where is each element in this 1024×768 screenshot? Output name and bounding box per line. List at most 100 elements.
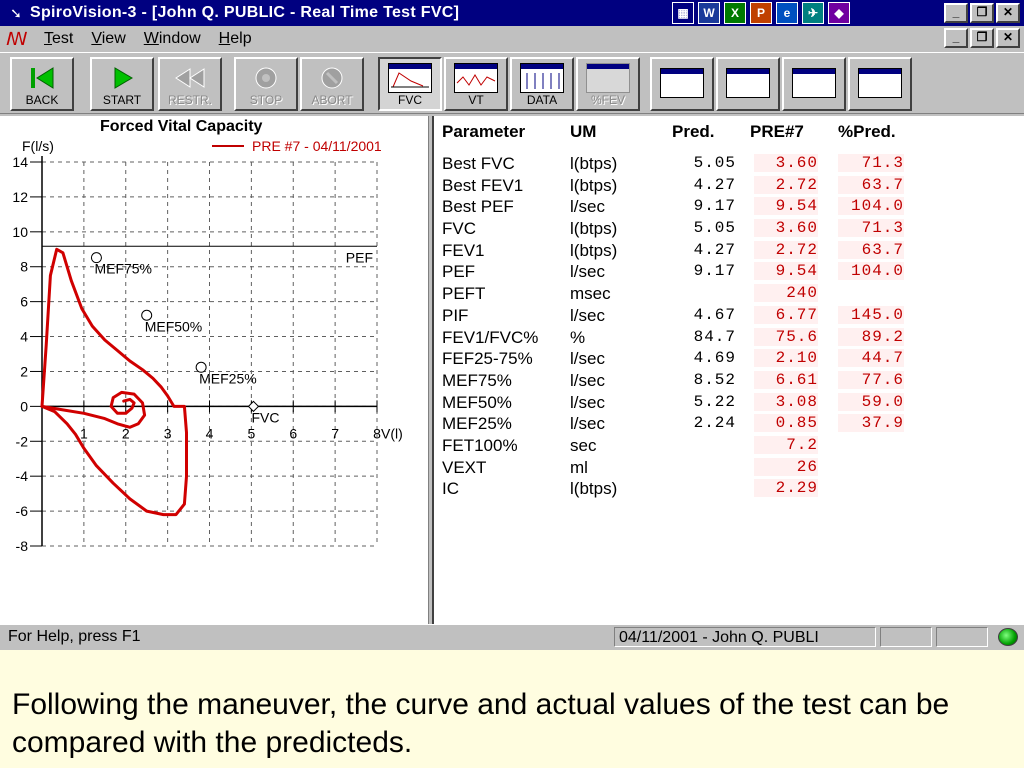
pct-pred-cell: 104.0 bbox=[838, 262, 904, 281]
document-system-icon[interactable]: ꟿ bbox=[6, 28, 32, 50]
pred-cell: 2.24 bbox=[693, 414, 736, 433]
fvc-view-button[interactable]: FVC bbox=[378, 57, 442, 111]
table-row: FET100% sec 7.2 bbox=[434, 435, 1024, 458]
pre7-cell: 2.29 bbox=[754, 479, 818, 498]
pre7-cell: 3.60 bbox=[754, 154, 818, 172]
doc-minimize-button[interactable]: _ bbox=[944, 28, 968, 48]
y-tick-label: 2 bbox=[20, 363, 28, 379]
legend-swatch bbox=[212, 145, 244, 147]
pre7-cell: 3.08 bbox=[754, 392, 818, 411]
close-button[interactable]: ✕ bbox=[996, 3, 1020, 23]
header-pre7: PRE#7 bbox=[750, 122, 804, 141]
um-cell: l/sec bbox=[570, 349, 605, 369]
fev-percent-view-label: %FEV bbox=[590, 93, 625, 107]
pre7-cell: 7.2 bbox=[754, 435, 818, 454]
fvc-chart-panel: 14 12 10 8 6 4 2 0 -2 -4 -6 -8 1 2 3 4 5 6 7 8 V(l) PEF MEF75%… bbox=[0, 116, 428, 624]
table-row: MEF75% l/sec 8.52 6.61 77.6 bbox=[434, 370, 1024, 393]
param-cell: MEF50% bbox=[442, 392, 512, 412]
fvc-chart-icon bbox=[388, 63, 432, 93]
chart-title: Forced Vital Capacity bbox=[100, 118, 263, 135]
restart-button[interactable]: RESTR. bbox=[158, 57, 222, 111]
fev-percent-view-button[interactable]: %FEV bbox=[576, 57, 640, 111]
flow-volume-curve bbox=[40, 390, 147, 429]
table-row: FEV1/FVC%% 84.7 75.6 89.2 bbox=[434, 327, 1024, 350]
pre7-cell: 0.85 bbox=[754, 414, 818, 433]
um-cell: l/sec bbox=[570, 370, 605, 390]
print-preview-button[interactable] bbox=[848, 57, 912, 111]
param-cell: PIF bbox=[442, 305, 469, 325]
menu-window[interactable]: Window bbox=[144, 30, 201, 48]
doc-restore-button[interactable]: ❐ bbox=[970, 28, 994, 48]
menu-help[interactable]: Help bbox=[219, 30, 252, 48]
table-header: Parameter UM Pred. PRE#7 %Pred. bbox=[434, 122, 1024, 144]
back-button[interactable]: BACK bbox=[10, 57, 74, 111]
ie-icon[interactable]: e bbox=[776, 2, 798, 24]
table-row: FEV1 l(btps) 4.27 2.72 63.7 bbox=[434, 240, 1024, 263]
menu-test[interactable]: Test bbox=[44, 30, 73, 48]
back-icon bbox=[31, 67, 54, 89]
pred-cell: 9.17 bbox=[693, 262, 736, 281]
table-row: FEF25-75% l/sec 4.69 2.10 44.7 bbox=[434, 349, 1024, 371]
doc-close-button[interactable]: ✕ bbox=[996, 28, 1020, 48]
minimize-button[interactable]: _ bbox=[944, 3, 968, 23]
pre7-cell: 9.54 bbox=[754, 197, 818, 216]
keyboard-icon[interactable]: ▦ bbox=[672, 2, 694, 24]
pre7-cell: 3.60 bbox=[754, 219, 818, 238]
multi-window-button[interactable] bbox=[716, 57, 780, 111]
stop-button[interactable]: STOP bbox=[234, 57, 298, 111]
pct-pred-cell: 77.6 bbox=[838, 370, 904, 389]
table-row: PIF l/sec 4.67 6.77 145.0 bbox=[434, 305, 1024, 328]
um-cell: l/sec bbox=[570, 262, 605, 282]
palette-icon[interactable]: ◆ bbox=[828, 2, 850, 24]
table-row: PEFT msec 240 bbox=[434, 284, 1024, 306]
pct-pred-cell: 44.7 bbox=[838, 349, 904, 368]
y-tick-label: -6 bbox=[16, 503, 29, 519]
bird-icon[interactable]: ✈ bbox=[802, 2, 824, 24]
predicted-marker-label: MEF25% bbox=[199, 370, 257, 386]
param-cell: MEF75% bbox=[442, 370, 512, 390]
status-bar: For Help, press F1 04/11/2001 - John Q. … bbox=[0, 624, 1024, 648]
pred-cell: 4.27 bbox=[693, 240, 736, 259]
excel-icon[interactable]: X bbox=[724, 2, 746, 24]
taskbar-icons: ▦ W X Pe ✈ ◆ bbox=[672, 2, 850, 24]
start-button[interactable]: START bbox=[90, 57, 154, 111]
y-tick-label: -2 bbox=[16, 433, 29, 449]
fev-percent-icon bbox=[586, 63, 630, 93]
powerpoint-icon[interactable]: P bbox=[750, 2, 772, 24]
report-button[interactable] bbox=[650, 57, 714, 111]
slide-caption: Following the maneuver, the curve and ac… bbox=[12, 688, 950, 759]
um-cell: l(btps) bbox=[570, 479, 618, 499]
abort-button[interactable]: ABORT bbox=[300, 57, 364, 111]
spirovision-window: ➘ SpiroVision-3 - [John Q. PUBLIC - Real… bbox=[0, 0, 1024, 650]
vt-view-button[interactable]: VT bbox=[444, 57, 508, 111]
x-axis-label: V(l) bbox=[381, 425, 403, 441]
um-cell: % bbox=[570, 327, 586, 347]
status-pane-2 bbox=[936, 627, 988, 647]
param-cell: IC bbox=[442, 479, 459, 499]
trend-icon bbox=[792, 68, 836, 98]
word-icon[interactable]: W bbox=[698, 2, 720, 24]
pct-pred-cell: 89.2 bbox=[838, 327, 904, 346]
vt-view-label: VT bbox=[468, 93, 484, 107]
y-tick-label: 12 bbox=[12, 189, 28, 205]
table-row: Best FVC l(btps) 5.05 3.60 71.3 bbox=[434, 154, 1024, 176]
y-tick-label: -4 bbox=[16, 468, 29, 484]
predicted-marker-label: MEF50% bbox=[145, 318, 203, 334]
menu-view[interactable]: View bbox=[91, 30, 125, 48]
um-cell: sec bbox=[570, 435, 597, 455]
param-cell: Best FVC bbox=[442, 154, 515, 173]
pred-cell: 84.7 bbox=[693, 327, 736, 346]
data-view-label: DATA bbox=[526, 93, 558, 107]
spirometer-app-icon[interactable]: ➘ bbox=[6, 3, 26, 23]
header-pred: Pred. bbox=[672, 122, 715, 141]
trend-button[interactable] bbox=[782, 57, 846, 111]
flow-volume-curve bbox=[40, 247, 188, 517]
data-view-button[interactable]: DATA bbox=[510, 57, 574, 111]
start-label: START bbox=[102, 93, 142, 107]
param-cell: FVC bbox=[442, 219, 476, 239]
data-table-panel: Parameter UM Pred. PRE#7 %Pred. Best FVC… bbox=[434, 116, 1024, 624]
maximize-button[interactable]: ❐ bbox=[970, 3, 994, 23]
data-table-icon bbox=[520, 63, 564, 93]
header-parameter: Parameter bbox=[442, 122, 526, 141]
um-cell: ml bbox=[570, 457, 588, 477]
